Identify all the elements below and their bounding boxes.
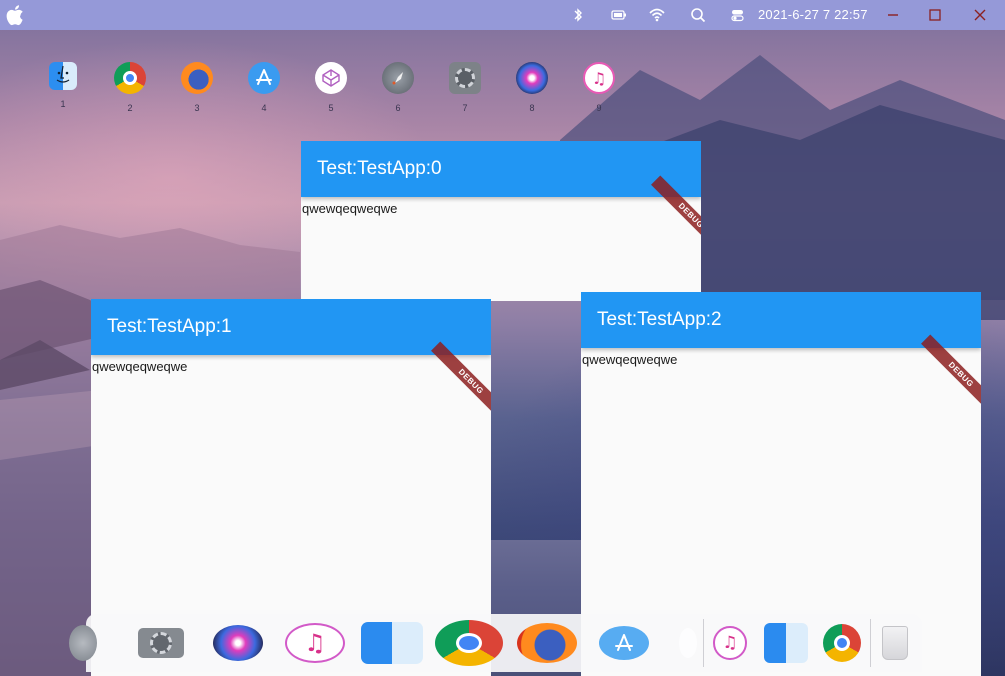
launcher-item-codepen[interactable]: 5 — [313, 62, 349, 118]
siri-icon — [516, 62, 548, 94]
system-preferences-icon — [138, 628, 184, 658]
dock-item-trash[interactable] — [880, 620, 910, 666]
menu-bar: 2021-6-27 7 22:57 — [0, 0, 1005, 30]
app-body-text: qwewqeqweqwe — [302, 201, 398, 216]
app-bar: Test:TestApp:0 — [301, 141, 701, 197]
finder-icon — [49, 62, 77, 90]
app-store-icon — [599, 626, 649, 660]
launchpad-icon — [382, 62, 414, 94]
dock-item-itunes-recent[interactable]: ♫ — [712, 620, 748, 666]
chrome-icon — [114, 62, 146, 94]
toggle-icon[interactable] — [729, 6, 747, 24]
clock: 2021-6-27 7 22:57 — [758, 7, 868, 22]
chrome-icon — [823, 624, 861, 662]
desktop-wallpaper: 2021-6-27 7 22:57 1 2 3 4 5 6 7 8 ♫ 9 Te… — [0, 0, 1005, 676]
launcher-label: 2 — [127, 103, 133, 113]
app-title: Test:TestApp:2 — [597, 309, 722, 330]
dock-item-firefox[interactable] — [516, 620, 578, 666]
firefox-icon — [181, 62, 213, 94]
dock: ♫ ♫ — [69, 614, 922, 672]
app-bar: Test:TestApp:1 — [91, 299, 491, 355]
firefox-icon — [517, 623, 577, 663]
launcher-label: 5 — [328, 103, 334, 113]
dock-item-app-store[interactable] — [598, 620, 650, 666]
apple-logo-icon[interactable] — [4, 2, 28, 28]
launcher-label: 7 — [462, 103, 468, 113]
dock-item-siri[interactable] — [212, 620, 264, 666]
launcher-item-finder[interactable]: 1 — [45, 62, 81, 118]
chrome-icon — [435, 620, 503, 666]
dock-item-launchpad[interactable] — [69, 620, 102, 666]
app-icon — [679, 628, 697, 658]
trash-icon — [882, 626, 908, 660]
bluetooth-icon[interactable] — [569, 6, 587, 24]
launcher-label: 6 — [395, 103, 401, 113]
launcher-item-launchpad[interactable]: 6 — [380, 62, 416, 118]
dock-separator — [703, 619, 704, 667]
launcher-label: 9 — [596, 103, 602, 113]
app-title: Test:TestApp:1 — [107, 316, 232, 337]
dock-item-system-preferences[interactable] — [136, 620, 186, 666]
launcher-item-chrome[interactable]: 2 — [112, 62, 148, 118]
siri-icon — [213, 625, 263, 661]
itunes-icon: ♫ — [285, 623, 345, 663]
close-icon[interactable] — [970, 5, 990, 25]
launcher-label: 4 — [261, 103, 267, 113]
launcher-item-siri[interactable]: 8 — [514, 62, 550, 118]
launcher-item-app-store[interactable]: 4 — [246, 62, 282, 118]
dock-item-chrome-recent[interactable] — [822, 620, 862, 666]
minimize-icon[interactable] — [883, 5, 903, 25]
launcher-item-itunes[interactable]: ♫ 9 — [581, 62, 617, 118]
system-preferences-icon — [449, 62, 481, 94]
wifi-icon[interactable] — [648, 6, 666, 24]
launcher-item-system-preferences[interactable]: 7 — [447, 62, 483, 118]
finder-icon — [361, 622, 423, 664]
dock-item-hidden[interactable] — [678, 620, 698, 666]
search-icon[interactable] — [689, 6, 707, 24]
launchpad-icon — [69, 625, 97, 661]
app-body-text: qwewqeqweqwe — [92, 359, 188, 374]
dock-item-itunes[interactable]: ♫ — [284, 620, 346, 666]
app-bar: Test:TestApp:2 — [581, 292, 981, 348]
maximize-icon[interactable] — [925, 5, 945, 25]
itunes-icon: ♫ — [583, 62, 615, 94]
dock-separator — [870, 619, 871, 667]
launcher-label: 1 — [60, 99, 66, 109]
launcher-item-firefox[interactable]: 3 — [179, 62, 215, 118]
app-body-text: qwewqeqweqwe — [582, 352, 678, 367]
dock-item-finder-recent[interactable] — [764, 620, 808, 666]
codepen-icon — [315, 62, 347, 94]
battery-icon[interactable] — [610, 6, 628, 24]
app-title: Test:TestApp:0 — [317, 158, 442, 179]
dock-item-chrome[interactable] — [434, 620, 504, 666]
launcher-label: 8 — [529, 103, 535, 113]
launcher-label: 3 — [194, 103, 200, 113]
app-window-0[interactable]: Test:TestApp:0 qwewqeqweqwe DEBUG — [301, 141, 701, 301]
app-store-icon — [248, 62, 280, 94]
finder-icon — [764, 623, 808, 663]
dock-item-finder[interactable] — [360, 620, 424, 666]
itunes-icon: ♫ — [713, 626, 747, 660]
